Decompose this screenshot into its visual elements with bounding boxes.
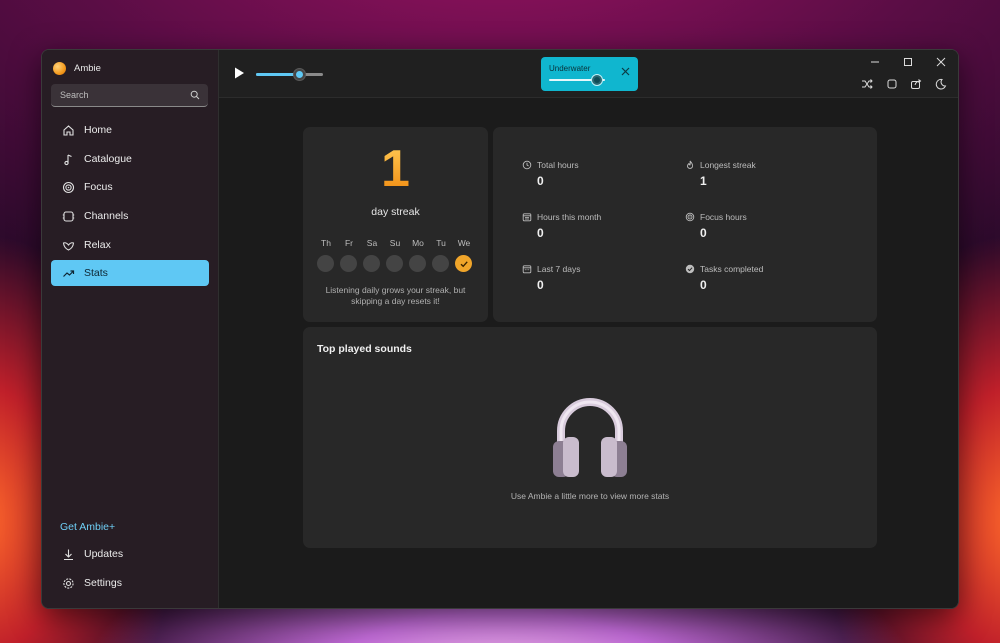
stat-label: Hours this month (537, 212, 602, 222)
stat-value: 0 (700, 278, 707, 292)
sidebar-item-label: Settings (84, 577, 122, 589)
streak-count: 1 (303, 143, 488, 195)
sidebar-item-label: Stats (84, 267, 108, 279)
streak-day-label: Fr (344, 238, 354, 248)
search-input[interactable]: Search (51, 84, 208, 107)
stat-label: Last 7 days (537, 264, 581, 274)
stat-label: Longest streak (700, 160, 756, 170)
stat-label: Focus hours (700, 212, 747, 222)
streak-day-dot (363, 255, 380, 272)
search-placeholder: Search (60, 90, 89, 100)
stat-label: Tasks completed (700, 264, 764, 274)
calendar-month-icon (522, 213, 532, 222)
relax-icon (61, 238, 75, 252)
app-window: Ambie Search Home Catalogue Focus Channe… (41, 49, 959, 609)
streak-note: Listening daily grows your streak, but s… (325, 285, 466, 306)
check-circle-icon (685, 264, 695, 274)
download-icon (61, 547, 75, 561)
close-window-icon[interactable] (935, 56, 947, 68)
sidebar-item-label: Focus (84, 181, 113, 193)
stat-focus-hours: Focus hours 0 (685, 211, 747, 240)
stat-last-7-days: Last 7 days 0 (522, 263, 580, 292)
gear-icon (61, 576, 75, 590)
streak-day-dot-completed (455, 255, 472, 272)
streak-day-label: Mo (412, 238, 424, 248)
stat-hours-this-month: Hours this month 0 (522, 211, 601, 240)
streak-day-dot (409, 255, 426, 272)
clock-user-icon (522, 160, 532, 170)
sidebar: Ambie Search Home Catalogue Focus Channe… (42, 50, 219, 608)
shuffle-icon[interactable] (861, 78, 873, 90)
compact-mode-icon[interactable] (886, 78, 898, 90)
stat-total-hours: Total hours 0 (522, 159, 579, 188)
sidebar-item-label: Relax (84, 239, 111, 251)
sidebar-item-label: Updates (84, 548, 124, 560)
checkmark-icon (460, 260, 468, 267)
channels-icon (61, 209, 75, 223)
stats-card: Total hours 0 Longest streak 1 Hours thi… (493, 127, 877, 322)
sidebar-item-catalogue[interactable]: Catalogue (51, 146, 209, 172)
headphones-icon (553, 398, 627, 477)
stat-tasks-completed: Tasks completed 0 (685, 263, 763, 292)
stat-value: 1 (700, 174, 707, 188)
sidebar-item-stats[interactable]: Stats (51, 260, 209, 286)
sound-volume-thumb[interactable] (590, 74, 603, 86)
play-icon[interactable] (232, 66, 246, 80)
search-icon[interactable] (190, 90, 200, 100)
focus-target-icon (685, 212, 695, 222)
flame-icon (687, 160, 694, 169)
sidebar-item-focus[interactable]: Focus (51, 174, 209, 200)
streak-day-dot (340, 255, 357, 272)
active-sound-name: Underwater (549, 64, 591, 73)
app-name: Ambie (74, 62, 101, 74)
streak-day-label: Tu (436, 238, 446, 248)
top-played-title: Top played sounds (317, 343, 412, 355)
music-note-icon (61, 152, 75, 166)
streak-day-dot (317, 255, 334, 272)
sleep-timer-icon[interactable] (935, 78, 947, 90)
stat-value: 0 (537, 174, 544, 188)
streak-day-dot (432, 255, 449, 272)
minimize-icon[interactable] (869, 56, 881, 68)
streak-card: 1 day streak Th Fr Sa Su Mo Tu We Listen… (303, 127, 488, 322)
sidebar-item-label: Home (84, 124, 113, 136)
stat-value: 0 (700, 226, 707, 240)
volume-slider[interactable] (256, 68, 323, 81)
stat-longest-streak: Longest streak 1 (685, 159, 756, 188)
stat-label: Total hours (537, 160, 579, 170)
streak-label: day streak (371, 206, 420, 218)
share-icon[interactable] (910, 78, 922, 90)
get-ambie-plus-link[interactable]: Get Ambie+ (60, 521, 115, 533)
active-sound-chip[interactable]: Underwater (541, 57, 638, 91)
sidebar-item-label: Catalogue (84, 153, 132, 165)
sidebar-item-channels[interactable]: Channels (51, 203, 209, 229)
sidebar-item-settings[interactable]: Settings (51, 570, 209, 596)
stat-value: 0 (537, 278, 544, 292)
streak-day-label: Sa (366, 238, 378, 248)
close-icon[interactable] (621, 67, 630, 76)
streak-day-label: We (457, 238, 471, 248)
sound-volume-slider[interactable] (549, 74, 605, 86)
stat-value: 0 (537, 226, 544, 240)
app-title-bar: Ambie (53, 60, 101, 76)
main-content: Underwater 1 day streak Th Fr Sa Su Mo T… (219, 50, 958, 608)
calendar-week-icon (522, 265, 532, 274)
ambie-logo-icon (53, 61, 66, 75)
target-icon (61, 180, 75, 194)
streak-day-label: Th (321, 238, 331, 248)
top-played-card: Top played sounds Use Ambie a little mor… (303, 327, 877, 548)
home-icon (61, 123, 75, 137)
trend-icon (61, 266, 75, 280)
player-toolbar: Underwater (219, 50, 958, 98)
sidebar-item-relax[interactable]: Relax (51, 232, 209, 258)
sidebar-item-updates[interactable]: Updates (51, 541, 209, 567)
top-played-empty-note: Use Ambie a little more to view more sta… (510, 491, 670, 501)
volume-slider-thumb[interactable] (293, 68, 307, 81)
streak-day-dot (386, 255, 403, 272)
sidebar-item-home[interactable]: Home (51, 117, 209, 143)
streak-day-label: Su (389, 238, 401, 248)
maximize-icon[interactable] (902, 56, 914, 68)
sidebar-item-label: Channels (84, 210, 129, 222)
